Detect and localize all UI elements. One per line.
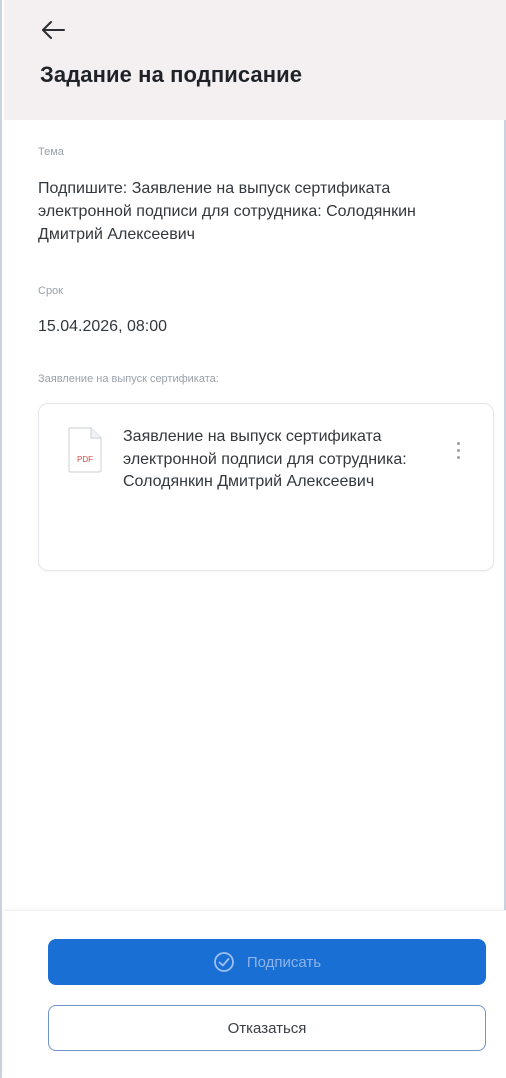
document-name: Заявление на выпуск сертификата электрон…: [123, 428, 407, 490]
back-button[interactable]: [40, 18, 70, 42]
deadline-value: 15.04.2026, 08:00: [38, 318, 168, 335]
sign-button[interactable]: Подписать: [48, 939, 486, 985]
attachment-label: Заявление на выпуск сертификата:: [38, 373, 219, 385]
document-card[interactable]: PDF Заявление на выпуск сертификата элек…: [38, 403, 494, 571]
more-vertical-icon[interactable]: [453, 442, 463, 464]
sign-button-label: Подписать: [246, 953, 322, 971]
decline-button[interactable]: Отказаться: [48, 1005, 486, 1051]
arrow-left-icon: [42, 21, 65, 39]
app-frame: Задание на подписание Тема Подпишите: За…: [0, 0, 506, 1078]
pdf-icon-label: PDF: [77, 455, 93, 464]
header: Задание на подписание: [4, 0, 506, 120]
theme-value: Подпишите: Заявление на выпуск сертифика…: [38, 180, 416, 243]
decline-button-label: Отказаться: [227, 1019, 307, 1037]
page-title: Задание на подписание: [40, 62, 303, 87]
deadline-label: Срок: [38, 285, 63, 297]
pdf-file-icon: PDF: [65, 426, 105, 474]
action-footer: Подписать Отказаться: [4, 910, 506, 1078]
check-circle-icon: [213, 952, 234, 972]
theme-label: Тема: [38, 146, 64, 158]
